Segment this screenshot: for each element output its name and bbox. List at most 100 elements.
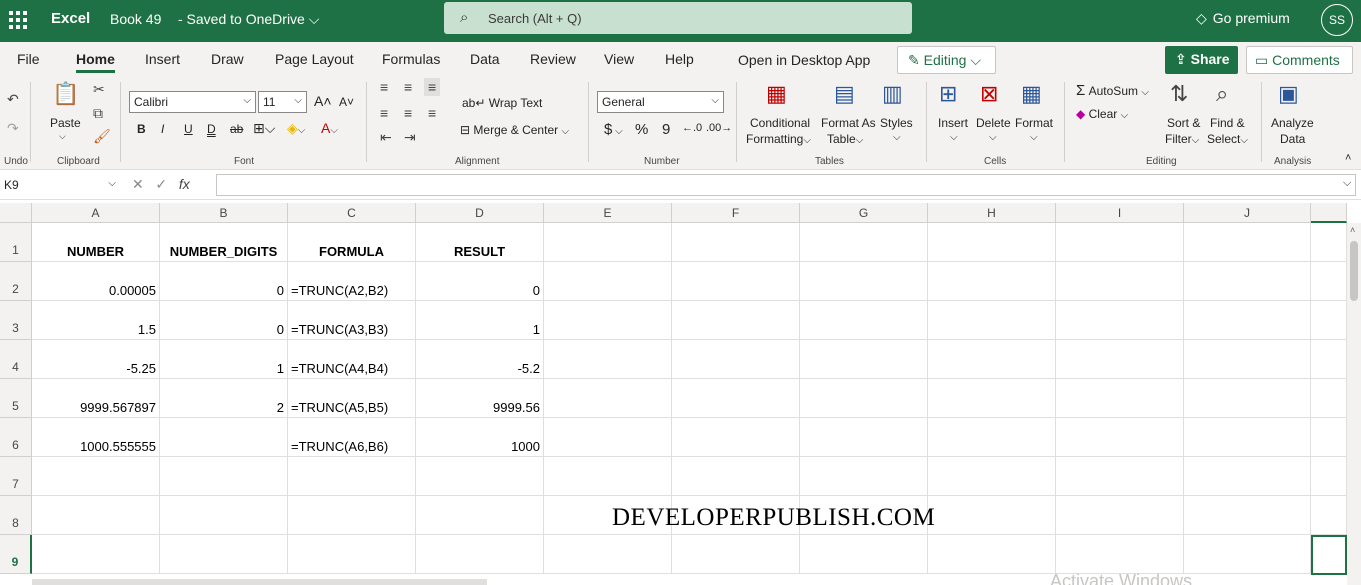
column-header-k[interactable]	[1311, 203, 1347, 223]
cell-c2[interactable]: =TRUNC(A2,B2)	[288, 262, 416, 301]
conditional-formatting-button[interactable]: Formatting⌵	[746, 132, 811, 146]
app-launcher-icon[interactable]	[9, 11, 27, 29]
align-bottom-icon[interactable]: ≡	[424, 78, 441, 96]
sort-filter-icon[interactable]: ⇅	[1170, 81, 1188, 107]
empty-cell[interactable]	[160, 457, 288, 496]
open-desktop-app-button[interactable]: Open in Desktop App	[738, 52, 870, 68]
empty-cell[interactable]	[928, 340, 1056, 379]
empty-cell[interactable]	[32, 457, 160, 496]
empty-cell[interactable]	[928, 262, 1056, 301]
font-name-select[interactable]: Calibri ⌵	[129, 91, 256, 113]
clear-button[interactable]: ◆ Clear ⌵	[1076, 107, 1128, 121]
format-chevron-icon[interactable]: ⌵	[1030, 132, 1038, 143]
empty-cell[interactable]	[1184, 496, 1311, 535]
cell-d4[interactable]: -5.2	[416, 340, 544, 379]
empty-cell[interactable]	[1184, 262, 1311, 301]
cell-b2[interactable]: 0	[160, 262, 288, 301]
currency-icon[interactable]: $ ⌵	[604, 121, 623, 138]
name-box[interactable]: K9 ⌵	[0, 174, 120, 196]
tab-data[interactable]: Data	[470, 51, 500, 67]
empty-cell[interactable]	[1184, 340, 1311, 379]
cell-b3[interactable]: 0	[160, 301, 288, 340]
row-header-8[interactable]: 8	[0, 496, 32, 535]
empty-cell[interactable]	[1056, 535, 1184, 574]
go-premium-button[interactable]: ◇ Go premium	[1196, 10, 1290, 27]
empty-cell[interactable]	[544, 301, 672, 340]
empty-cell[interactable]	[1311, 340, 1347, 379]
delete-label[interactable]: Delete	[976, 116, 1011, 130]
cell-d5[interactable]: 9999.56	[416, 379, 544, 418]
scroll-thumb[interactable]	[1350, 241, 1358, 301]
empty-cell[interactable]	[1184, 379, 1311, 418]
empty-cell[interactable]	[32, 535, 160, 574]
paste-chevron-icon[interactable]: ⌵	[59, 131, 66, 142]
underline-icon[interactable]: U	[184, 122, 193, 136]
format-as-table-button[interactable]: Table⌵	[827, 132, 863, 146]
empty-cell[interactable]	[544, 457, 672, 496]
align-top-icon[interactable]: ≡	[380, 79, 388, 95]
empty-cell[interactable]	[1311, 457, 1347, 496]
cell-c1[interactable]: FORMULA	[288, 223, 416, 262]
format-as-table-icon[interactable]: ▤	[834, 81, 855, 107]
empty-cell[interactable]	[928, 379, 1056, 418]
empty-cell[interactable]	[672, 457, 800, 496]
empty-cell[interactable]	[288, 535, 416, 574]
cell-a2[interactable]: 0.00005	[32, 262, 160, 301]
cell-a3[interactable]: 1.5	[32, 301, 160, 340]
save-status[interactable]: - Saved to OneDrive ⌵	[178, 11, 319, 28]
column-header-d[interactable]: D	[416, 203, 544, 223]
tab-view[interactable]: View	[604, 51, 634, 67]
empty-cell[interactable]	[800, 418, 928, 457]
cell-b6[interactable]	[160, 418, 288, 457]
empty-cell[interactable]	[544, 223, 672, 262]
cell-d3[interactable]: 1	[416, 301, 544, 340]
column-header-e[interactable]: E	[544, 203, 672, 223]
row-header-4[interactable]: 4	[0, 340, 32, 379]
strikethrough-icon[interactable]: ab	[230, 122, 243, 136]
cell-styles-icon[interactable]: ▥	[882, 81, 903, 107]
formula-input[interactable]	[216, 174, 1356, 196]
paste-icon[interactable]: 📋	[52, 81, 79, 107]
empty-cell[interactable]	[544, 262, 672, 301]
row-header-9[interactable]: 9	[0, 535, 32, 574]
vertical-scrollbar[interactable]: ˄	[1347, 223, 1361, 585]
analyze-data-icon[interactable]: ▣	[1278, 81, 1299, 107]
empty-cell[interactable]	[32, 496, 160, 535]
empty-cell[interactable]	[160, 535, 288, 574]
row-header-1[interactable]: 1	[0, 223, 32, 262]
empty-cell[interactable]	[1056, 418, 1184, 457]
empty-cell[interactable]	[672, 301, 800, 340]
tab-insert[interactable]: Insert	[145, 51, 180, 67]
conditional-formatting-icon[interactable]: ▦	[766, 81, 787, 107]
empty-cell[interactable]	[800, 340, 928, 379]
row-header-7[interactable]: 7	[0, 457, 32, 496]
italic-icon[interactable]: I	[161, 122, 164, 136]
find-select-button[interactable]: Select⌵	[1207, 132, 1248, 146]
row-header-2[interactable]: 2	[0, 262, 32, 301]
column-header-h[interactable]: H	[928, 203, 1056, 223]
sort-filter-button[interactable]: Filter⌵	[1165, 132, 1199, 146]
sort-label-1[interactable]: Sort &	[1167, 116, 1200, 130]
cell-a6[interactable]: 1000.555555	[32, 418, 160, 457]
align-right-icon[interactable]: ≡	[428, 105, 436, 121]
cell-a4[interactable]: -5.25	[32, 340, 160, 379]
wrap-text-button[interactable]: ab↵ Wrap Text	[462, 96, 542, 110]
empty-cell[interactable]	[800, 262, 928, 301]
merge-center-button[interactable]: ⊟ Merge & Center ⌵	[460, 123, 569, 137]
increase-font-icon[interactable]: A˄	[314, 93, 332, 109]
empty-cell[interactable]	[672, 340, 800, 379]
tab-draw[interactable]: Draw	[211, 51, 244, 67]
empty-cell[interactable]	[672, 262, 800, 301]
column-header-g[interactable]: G	[800, 203, 928, 223]
fill-color-icon[interactable]: ◈⌵	[287, 120, 305, 137]
empty-cell[interactable]	[416, 457, 544, 496]
empty-cell[interactable]	[544, 340, 672, 379]
align-middle-icon[interactable]: ≡	[404, 79, 412, 95]
increase-indent-icon[interactable]: ⇥	[404, 129, 416, 146]
collapse-ribbon-icon[interactable]: ˄	[1345, 152, 1351, 164]
empty-cell[interactable]	[1056, 340, 1184, 379]
empty-cell[interactable]	[1056, 301, 1184, 340]
cell-b5[interactable]: 2	[160, 379, 288, 418]
insert-label[interactable]: Insert	[938, 116, 968, 130]
cancel-icon[interactable]: ✕	[132, 176, 144, 192]
